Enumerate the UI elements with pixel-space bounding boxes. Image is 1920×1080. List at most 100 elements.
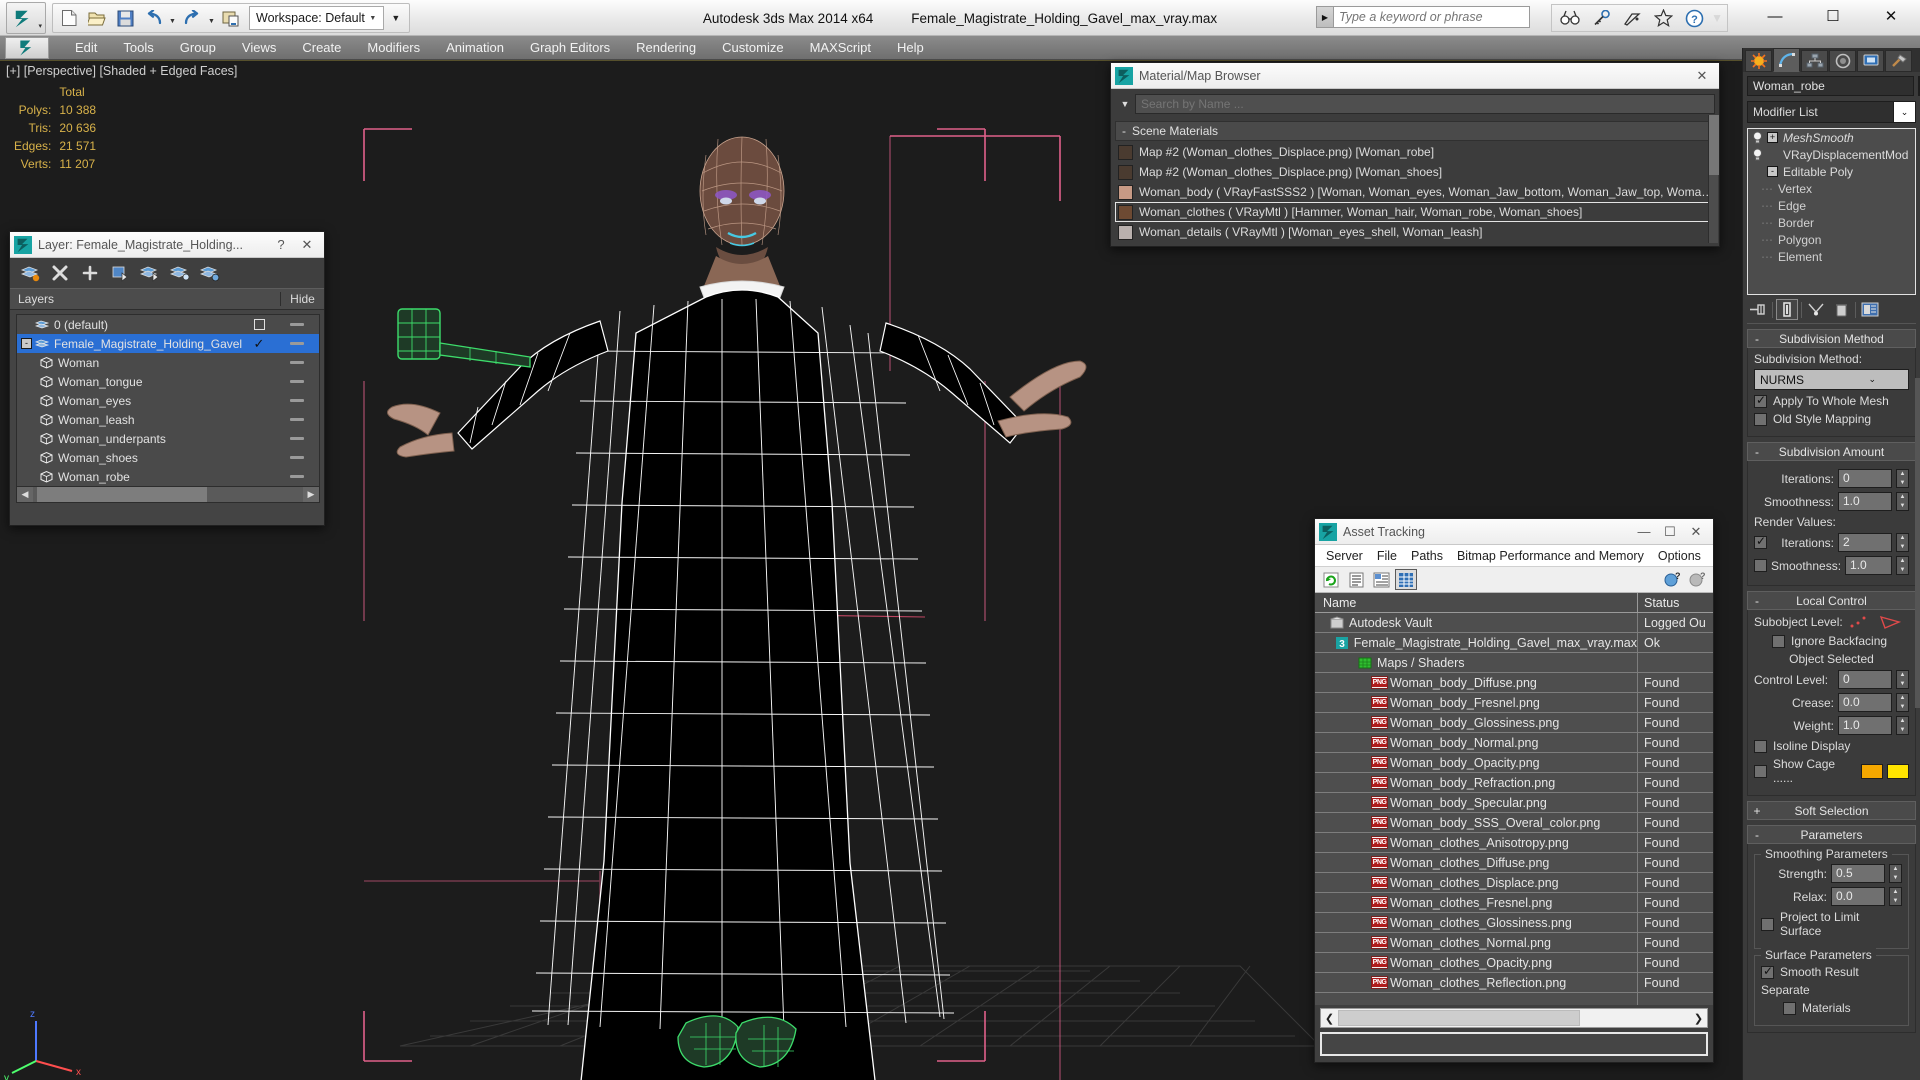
subdivision-method-chevron-down-icon[interactable]: ⌄: [1832, 374, 1909, 385]
scroll-left-arrow-icon[interactable]: ◀: [17, 487, 33, 502]
render-smoothness-spinner[interactable]: ▲ ▼: [1896, 556, 1909, 575]
layer-properties-button[interactable]: [196, 261, 224, 285]
render-smoothness-field[interactable]: 1.0: [1845, 556, 1892, 575]
asset-menu-file[interactable]: File: [1370, 546, 1404, 566]
help-search-input[interactable]: [1334, 6, 1530, 28]
layer-hide-cell[interactable]: [275, 418, 319, 421]
maximize-button[interactable]: ☐: [1804, 0, 1862, 32]
rollout-local-control[interactable]: - Local Control Subobject Level: Ignore …: [1747, 591, 1916, 796]
menu-logo-button[interactable]: [5, 37, 49, 59]
show-cage-checkbox[interactable]: [1754, 764, 1767, 778]
save-file-button[interactable]: [112, 6, 138, 30]
lightbulb-icon[interactable]: [1751, 131, 1764, 144]
tab-create[interactable]: [1745, 50, 1772, 72]
render-iterations-row[interactable]: Iterations: 2 ▲▼: [1754, 533, 1909, 552]
table-view-button[interactable]: [1395, 569, 1417, 590]
asset-close-button[interactable]: ✕: [1683, 520, 1709, 544]
materials-checkbox[interactable]: [1783, 1001, 1796, 1015]
layer-row[interactable]: Woman_tongue: [17, 372, 319, 391]
layer-active-checkbox[interactable]: [253, 319, 265, 330]
list-view-button[interactable]: [1345, 569, 1367, 590]
project-limit-row[interactable]: Project to Limit Surface: [1761, 910, 1902, 938]
modifier-stack-toolbar[interactable]: [1747, 298, 1916, 324]
smooth-result-row[interactable]: Smooth Result: [1761, 964, 1902, 979]
asset-row[interactable]: PNG Woman_body_Diffuse.png Found: [1315, 672, 1713, 693]
project-limit-checkbox[interactable]: [1761, 917, 1774, 931]
scroll-thumb[interactable]: [37, 487, 207, 502]
toolbar-overflow-button[interactable]: ▼: [386, 6, 406, 30]
show-end-result-button[interactable]: [1776, 299, 1798, 320]
favorites-star-icon[interactable]: [1649, 6, 1677, 30]
render-iterations-spinner[interactable]: ▲ ▼: [1896, 533, 1909, 552]
tab-display[interactable]: [1857, 50, 1884, 72]
asset-row[interactable]: PNG Woman_clothes_Opacity.png Found: [1315, 952, 1713, 973]
modifier-list-dropdown[interactable]: Modifier List ⌄: [1747, 101, 1916, 123]
local-control-header[interactable]: - Local Control: [1747, 591, 1916, 610]
render-smoothness-checkbox[interactable]: [1754, 559, 1767, 572]
relax-field[interactable]: 0.0: [1831, 887, 1885, 906]
layer-row[interactable]: Woman_underpants: [17, 429, 319, 448]
menu-item-rendering[interactable]: Rendering: [623, 36, 709, 60]
control-level-spinner[interactable]: ▲ ▼: [1896, 670, 1909, 689]
open-file-button[interactable]: [84, 6, 110, 30]
asset-menu-server[interactable]: Server: [1319, 546, 1370, 566]
show-cage-swatches[interactable]: [1861, 763, 1909, 779]
isoline-display-checkbox[interactable]: [1754, 739, 1767, 753]
stack-subobject-row[interactable]: ⋯ Border: [1748, 214, 1915, 231]
layer-hide-cell[interactable]: [275, 380, 319, 383]
redo-button[interactable]: [179, 6, 205, 30]
relax-spinner[interactable]: ▲ ▼: [1889, 887, 1902, 906]
key-icon[interactable]: [1587, 6, 1615, 30]
cage-color-1-swatch[interactable]: [1861, 763, 1883, 779]
subdivision-method-header[interactable]: - Subdivision Method: [1747, 329, 1916, 348]
stack-expander[interactable]: +: [1767, 132, 1778, 143]
group-collapse-toggle[interactable]: -: [1116, 124, 1132, 138]
asset-row[interactable]: PNG Woman_clothes_Reflection.png Found: [1315, 972, 1713, 993]
strength-row[interactable]: Strength: 0.5 ▲ ▼: [1761, 864, 1902, 883]
stack-subobject-row[interactable]: ⋯ Vertex: [1748, 180, 1915, 197]
quick-access-toolbar[interactable]: ▼ ▼ Workspace: Default ▼ ▼: [52, 3, 410, 33]
menu-item-modifiers[interactable]: Modifiers: [354, 36, 433, 60]
layer-active-cell[interactable]: ✓: [243, 336, 275, 352]
rollout-parameters[interactable]: - Parameters Smoothing Parameters Streng…: [1747, 825, 1916, 1033]
window-controls[interactable]: — ☐ ✕: [1746, 0, 1920, 32]
layer-row[interactable]: Woman_shoes: [17, 448, 319, 467]
search-binoculars-icon[interactable]: [1556, 6, 1584, 30]
asset-row[interactable]: PNG Woman_body_Specular.png Found: [1315, 792, 1713, 813]
object-name-input[interactable]: [1747, 76, 1914, 96]
subobject-level-row[interactable]: Subobject Level:: [1754, 614, 1909, 630]
render-smoothness-row[interactable]: Smoothness: 1.0 ▲ ▼: [1754, 556, 1909, 575]
asset-scroll-thumb[interactable]: [1338, 1010, 1580, 1026]
rollout-subdivision-method[interactable]: - Subdivision Method Subdivision Method:…: [1747, 329, 1916, 437]
asset-row[interactable]: PNG Woman_body_Normal.png Found: [1315, 732, 1713, 753]
workspace-selector[interactable]: Workspace: Default ▼: [249, 6, 384, 30]
layer-window[interactable]: Layer: Female_Magistrate_Holding... ? ✕: [9, 231, 325, 526]
layer-row[interactable]: - Female_Magistrate_Holding_Gavel ✓: [17, 334, 319, 353]
iterations-spinner[interactable]: ▲ ▼: [1896, 469, 1909, 488]
tab-modify[interactable]: [1773, 48, 1800, 72]
asset-row[interactable]: Autodesk Vault Logged Ou: [1315, 613, 1713, 633]
lightbulb-icon[interactable]: [1751, 148, 1764, 161]
layer-hide-cell[interactable]: [275, 342, 319, 345]
layer-hide-cell[interactable]: [275, 475, 319, 478]
stack-subobject-row[interactable]: ⋯ Polygon: [1748, 231, 1915, 248]
object-name-row[interactable]: [1747, 76, 1920, 96]
layer-active-check-icon[interactable]: ✓: [254, 336, 265, 352]
material-list[interactable]: Map #2 (Woman_clothes_Displace.png) [Wom…: [1115, 142, 1715, 242]
menu-item-group[interactable]: Group: [167, 36, 229, 60]
layer-row[interactable]: Woman_robe: [17, 467, 319, 486]
menu-item-views[interactable]: Views: [229, 36, 289, 60]
menu-item-customize[interactable]: Customize: [709, 36, 796, 60]
asset-row[interactable]: PNG Woman_clothes_Displace.png Found: [1315, 872, 1713, 893]
soft-selection-header[interactable]: + Soft Selection: [1747, 801, 1916, 820]
menu-item-edit[interactable]: Edit: [62, 36, 110, 60]
help-button[interactable]: ?: [1680, 6, 1708, 30]
path-editor-button[interactable]: [1370, 569, 1392, 590]
filter-funnel-icon[interactable]: ▼: [1115, 94, 1135, 114]
select-layer-objects-button[interactable]: [136, 261, 164, 285]
stack-row[interactable]: + MeshSmooth: [1748, 129, 1915, 146]
subdivision-amount-header[interactable]: - Subdivision Amount: [1747, 442, 1916, 461]
material-row[interactable]: Woman_details ( VRayMtl ) [Woman_eyes_sh…: [1115, 222, 1715, 242]
close-button[interactable]: ✕: [1862, 0, 1920, 32]
asset-row[interactable]: PNG Woman_clothes_Fresnel.png Found: [1315, 892, 1713, 913]
